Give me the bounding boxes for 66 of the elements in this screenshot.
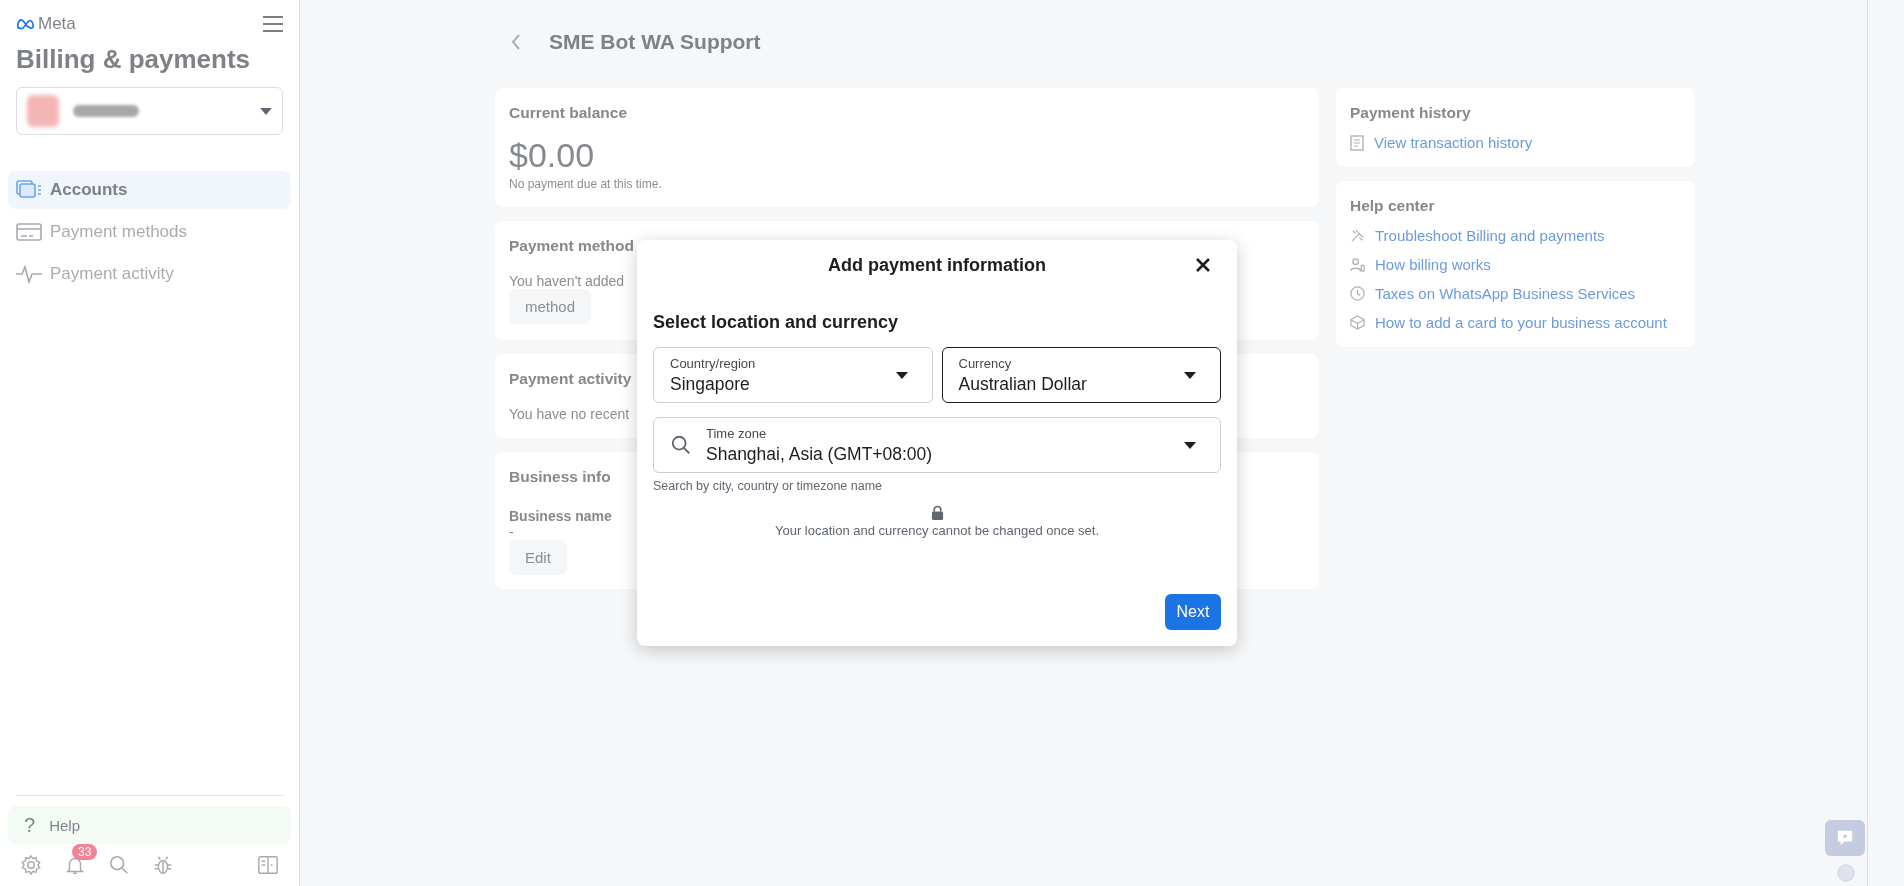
meta-logo[interactable]: Meta <box>16 14 76 34</box>
caret-icon <box>1184 371 1196 379</box>
chat-button[interactable] <box>1825 820 1865 856</box>
help-link[interactable]: How to add a card to your business account <box>1375 314 1667 331</box>
card-title: Current balance <box>509 104 627 122</box>
notification-badge: 33 <box>72 844 98 860</box>
menu-icon[interactable] <box>263 16 283 32</box>
timezone-search-field[interactable]: Time zone Shanghai, Asia (GMT+08:00) <box>653 417 1221 473</box>
card-title: Payment activity <box>509 370 632 388</box>
caret-icon <box>260 107 272 115</box>
card-text: You have no recent <box>509 406 630 422</box>
nav-label: Payment activity <box>50 264 174 284</box>
section-title: Select location and currency <box>653 312 900 333</box>
panel-toggle-icon[interactable] <box>257 854 279 876</box>
nav-label: Accounts <box>50 180 128 200</box>
account-switcher[interactable] <box>16 87 283 135</box>
chat-icon <box>1836 829 1854 847</box>
caret-icon <box>1184 441 1196 449</box>
balance-amount: $0.00 <box>509 136 595 175</box>
back-icon[interactable] <box>511 34 521 50</box>
field-hint: Search by city, country or timezone name <box>653 479 884 493</box>
page-title: SME Bot WA Support <box>549 30 761 54</box>
card-title: Payment method <box>509 237 634 255</box>
sidebar-title: Billing & payments <box>15 43 252 75</box>
card-title: Help center <box>1350 197 1435 215</box>
person-icon <box>1350 257 1365 272</box>
field-label: Business name <box>509 508 612 524</box>
dropdown-field[interactable]: Country/region Singapore <box>653 347 933 403</box>
next-button[interactable]: Next <box>1165 594 1221 630</box>
blurred-account-name <box>73 105 139 117</box>
close-icon[interactable] <box>1195 257 1211 273</box>
nav-item[interactable]: Accounts <box>8 171 291 209</box>
card-text: You haven't added <box>509 273 626 289</box>
card-icon <box>16 222 42 242</box>
cube-icon <box>1350 315 1365 330</box>
lock-icon <box>930 505 944 520</box>
tools-icon <box>1350 228 1365 243</box>
nav-label: Payment methods <box>50 222 187 242</box>
search-icon[interactable] <box>108 854 130 876</box>
question-mark-icon: ? <box>24 813 36 837</box>
help-link[interactable]: Troubleshoot Billing and payments <box>1375 227 1605 244</box>
help-link[interactable]: How billing works <box>1375 256 1491 273</box>
avatar <box>27 95 59 127</box>
lock-notice: Your location and currency cannot be changed once set. <box>775 523 1099 538</box>
search-icon <box>670 434 692 456</box>
receipt-icon <box>1350 134 1364 151</box>
help-item[interactable]: ? Help <box>8 806 291 844</box>
help-link[interactable]: Taxes on WhatsApp Business Services <box>1375 285 1636 302</box>
nav-item[interactable]: Payment methods <box>8 213 291 251</box>
clock-icon <box>1350 286 1365 301</box>
accounts-icon <box>16 180 42 200</box>
dropdown-field[interactable]: Currency Australian Dollar <box>941 347 1221 403</box>
bug-icon[interactable] <box>152 854 174 876</box>
pulse-icon <box>16 264 42 284</box>
dialog-title: Add payment information <box>828 254 1046 276</box>
card-title: Payment history <box>1350 104 1471 122</box>
help-link[interactable]: View transaction history <box>1374 134 1533 151</box>
field-value: - <box>509 524 515 540</box>
help-label: Help <box>49 816 80 834</box>
card-title: Business info <box>509 468 612 486</box>
add-method-button[interactable]: method <box>509 289 592 324</box>
caret-icon <box>895 371 908 379</box>
nav-item[interactable]: Payment activity <box>8 255 291 293</box>
settings-icon[interactable] <box>20 854 42 876</box>
balance-note: No payment due at this time. <box>509 177 662 191</box>
edit-button[interactable]: Edit <box>509 540 567 575</box>
